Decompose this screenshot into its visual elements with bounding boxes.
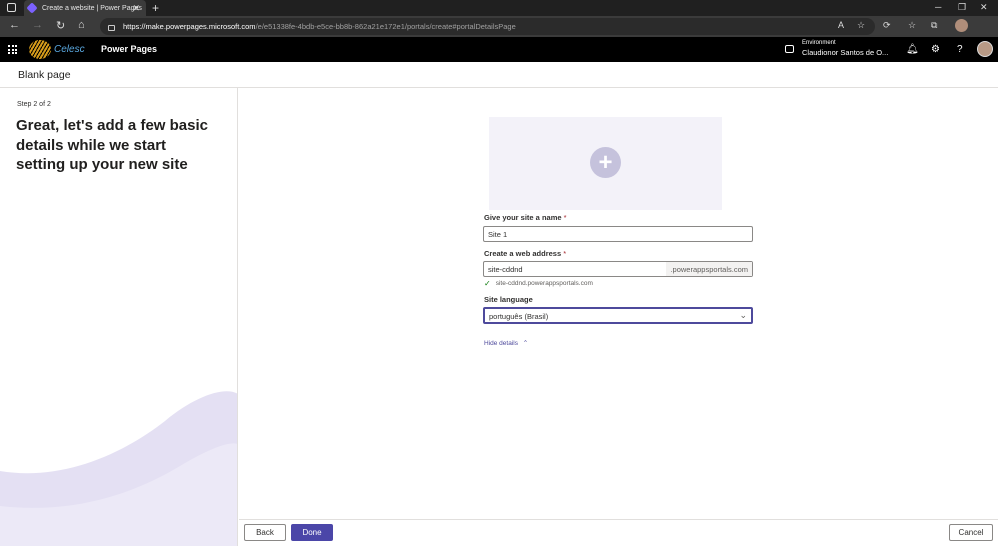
new-tab-icon[interactable]: + — [152, 1, 159, 15]
refresh-icon[interactable]: ↻ — [56, 19, 65, 32]
web-address-label: Create a web address * — [484, 249, 566, 258]
web-address-suffix: .powerappsportals.com — [666, 262, 752, 276]
address-bar[interactable]: https://make.powerpages.microsoft.com /e… — [100, 18, 875, 35]
minimize-icon[interactable]: ─ — [935, 2, 941, 12]
address-validation-text: site-cddnd.powerappsportals.com — [495, 280, 593, 287]
favorites-icon[interactable]: ☆ — [908, 20, 916, 31]
app-launcher-icon[interactable] — [8, 45, 17, 54]
celesc-logo-icon — [29, 40, 51, 59]
site-image-upload[interactable]: + — [489, 117, 722, 210]
forward-arrow-icon[interactable]: → — [32, 19, 43, 31]
logo-text: Celesc — [54, 44, 85, 55]
back-arrow-icon[interactable]: ← — [9, 19, 20, 31]
hide-details-text: Hide details — [484, 340, 518, 347]
browser-tab[interactable]: Create a website | Power Pages ✕ — [24, 0, 146, 16]
read-aloud-icon[interactable]: A — [838, 20, 844, 30]
tab-actions-icon[interactable] — [7, 3, 16, 12]
address-validation: ✓ site-cddnd.powerappsportals.com — [484, 279, 593, 288]
app-header: Celesc Power Pages Environment Claudiono… — [0, 37, 998, 62]
help-icon[interactable]: ? — [957, 44, 963, 55]
decorative-wave — [0, 391, 237, 546]
browser-tab-title: Create a website | Power Pages — [42, 4, 142, 12]
site-name-value: Site 1 — [488, 230, 508, 239]
step-indicator: Step 2 of 2 — [17, 101, 51, 108]
web-address-input[interactable]: site-cddnd .powerappsportals.com — [483, 261, 753, 277]
add-image-icon[interactable]: + — [590, 147, 621, 178]
restore-icon[interactable]: ❐ — [958, 2, 966, 13]
user-avatar[interactable] — [977, 41, 993, 57]
site-name-label-text: Give your site a name — [484, 213, 562, 222]
browser-tab-strip: Create a website | Power Pages ✕ + ─ ❐ ✕ — [0, 0, 998, 16]
app-title[interactable]: Power Pages — [101, 44, 157, 54]
lock-icon — [108, 24, 115, 31]
site-language-value: português (Brasil) — [489, 312, 549, 321]
required-marker: * — [563, 249, 567, 258]
chevron-down-icon: ⌄ — [739, 310, 747, 320]
url-host: https://make.powerpages.microsoft.com — [123, 22, 256, 31]
cancel-button[interactable]: Cancel — [949, 524, 993, 541]
environment-name[interactable]: Claudionor Santos de O... — [802, 48, 888, 57]
notifications-bell-icon[interactable]: 🔔︎ — [906, 44, 919, 55]
web-address-label-text: Create a web address — [484, 249, 562, 258]
home-icon[interactable]: ⌂ — [78, 19, 85, 31]
power-pages-favicon-icon — [26, 2, 38, 14]
collections-icon[interactable]: ⧉ — [931, 20, 937, 31]
left-panel: Step 2 of 2 Great, let's add a few basic… — [0, 88, 238, 546]
chevron-up-icon: ⌃ — [522, 340, 529, 347]
web-address-value: site-cddnd — [488, 265, 523, 274]
footer-divider — [239, 519, 998, 520]
site-language-dropdown[interactable]: português (Brasil) ⌄ — [483, 307, 753, 324]
hide-details-toggle[interactable]: Hide details ⌃ — [484, 339, 528, 347]
environment-label: Environment — [802, 40, 836, 46]
window-close-icon[interactable]: ✕ — [980, 2, 988, 13]
required-marker: * — [563, 213, 567, 222]
environment-icon — [785, 45, 794, 53]
extensions-icon[interactable]: ⟳ — [883, 20, 891, 31]
site-language-label: Site language — [484, 295, 533, 304]
site-name-input[interactable]: Site 1 — [483, 226, 753, 242]
close-tab-icon[interactable]: ✕ — [132, 3, 140, 14]
favorite-star-icon[interactable]: ☆ — [857, 20, 865, 31]
browser-toolbar: ← → ↻ ⌂ https://make.powerpages.microsof… — [0, 16, 998, 37]
done-button[interactable]: Done — [291, 524, 333, 541]
browser-profile-avatar[interactable] — [955, 19, 968, 32]
checkmark-icon: ✓ — [484, 279, 491, 288]
settings-gear-icon[interactable]: ⚙ — [931, 44, 940, 55]
headline: Great, let's add a few basic details whi… — [16, 117, 208, 173]
site-name-label: Give your site a name * — [484, 213, 567, 222]
page-title: Blank page — [18, 69, 71, 81]
url-path: /e/e51338fe-4bdb-e5ce-bb8b-862a21e172e1/… — [255, 22, 516, 31]
back-button[interactable]: Back — [244, 524, 286, 541]
